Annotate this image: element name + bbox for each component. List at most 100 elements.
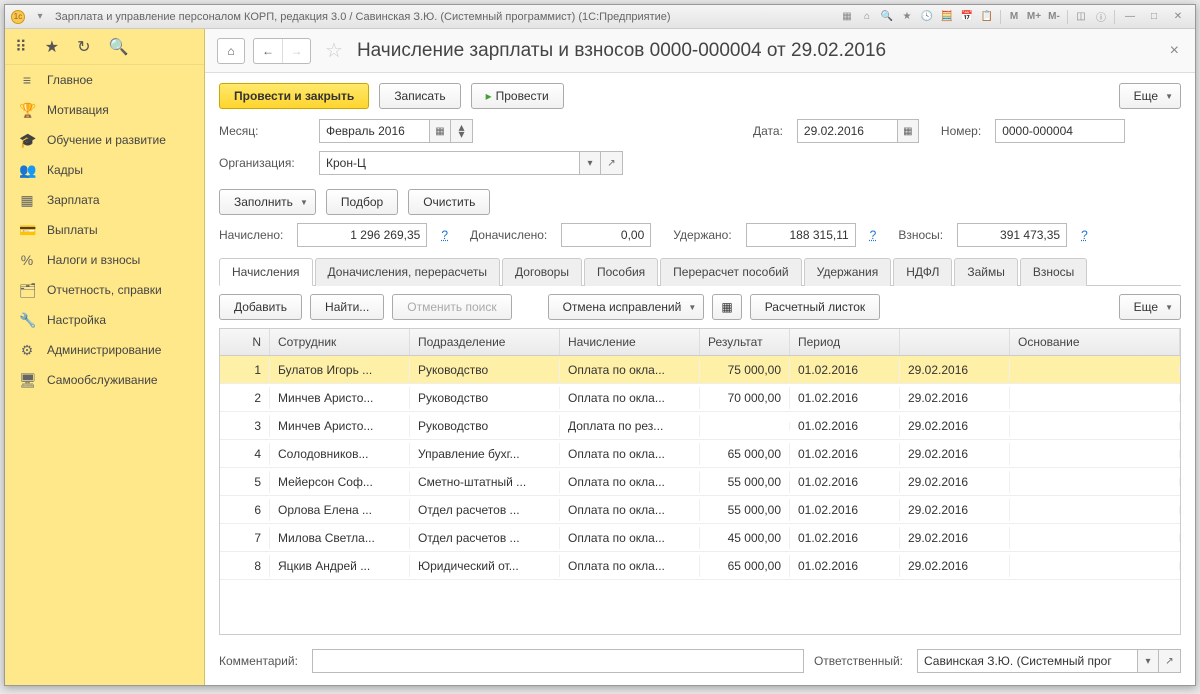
org-input[interactable]: Крон-Ц	[319, 151, 579, 175]
help-icon[interactable]: ?	[441, 228, 448, 242]
month-picker-icon[interactable]: ▦	[429, 119, 451, 143]
sidebar-item[interactable]: ▦Зарплата	[5, 185, 204, 215]
calendar-icon[interactable]: ▦	[897, 119, 919, 143]
close-tab-button[interactable]: ×	[1166, 38, 1183, 64]
sidebar-item[interactable]: 🗂Отчетность, справки	[5, 275, 204, 305]
m-minus-button[interactable]: M-	[1045, 9, 1063, 25]
withheld-value[interactable]: 188 315,11	[746, 223, 856, 247]
table-row[interactable]: 2 Минчев Аристо... Руководство Оплата по…	[220, 384, 1180, 412]
tool-icon[interactable]: 🧮	[938, 9, 956, 25]
m-plus-button[interactable]: M+	[1025, 9, 1043, 25]
more-button[interactable]: Еще	[1119, 83, 1181, 109]
table-row[interactable]: 4 Солодовников... Управление бухг... Опл…	[220, 440, 1180, 468]
tool-icon[interactable]: 🔍	[878, 9, 896, 25]
tab[interactable]: Взносы	[1020, 258, 1087, 286]
tab[interactable]: Перерасчет пособий	[660, 258, 801, 286]
col-department[interactable]: Подразделение	[410, 329, 560, 355]
sidebar-item[interactable]: ≡Главное	[5, 65, 204, 95]
table-row[interactable]: 7 Милова Светла... Отдел расчетов ... Оп…	[220, 524, 1180, 552]
responsible-open-icon[interactable]: ↗	[1159, 649, 1181, 673]
star-icon[interactable]: ★	[45, 37, 59, 57]
col-period[interactable]: Период	[790, 329, 900, 355]
org-label: Организация:	[219, 156, 309, 170]
date-input[interactable]: 29.02.2016	[797, 119, 897, 143]
fill-button[interactable]: Заполнить	[219, 189, 316, 215]
pick-button[interactable]: Подбор	[326, 189, 398, 215]
search-icon[interactable]: 🔍	[108, 37, 128, 57]
help-icon[interactable]: ?	[1081, 228, 1088, 242]
cell-accrual: Оплата по окла...	[560, 443, 700, 465]
cancel-search-button[interactable]: Отменить поиск	[392, 294, 511, 320]
minimize-button[interactable]: —	[1119, 9, 1141, 25]
forward-button[interactable]: →	[282, 39, 310, 63]
tab[interactable]: Займы	[954, 258, 1018, 286]
tab[interactable]: Договоры	[502, 258, 582, 286]
comment-input[interactable]	[312, 649, 804, 673]
apps-icon[interactable]: ⠿	[15, 37, 27, 57]
month-input[interactable]: Февраль 2016	[319, 119, 429, 143]
history-icon[interactable]: ↻	[77, 37, 90, 57]
col-employee[interactable]: Сотрудник	[270, 329, 410, 355]
col-period-end[interactable]	[900, 329, 1010, 355]
accrued-value[interactable]: 1 296 269,35	[297, 223, 427, 247]
panel-icon[interactable]: ◫	[1072, 9, 1090, 25]
home-button[interactable]: ⌂	[217, 38, 245, 64]
sidebar-item[interactable]: ⚙Администрирование	[5, 335, 204, 365]
tab[interactable]: Удержания	[804, 258, 892, 286]
maximize-button[interactable]: □	[1143, 9, 1165, 25]
tool-icon[interactable]: ★	[898, 9, 916, 25]
org-dropdown-icon[interactable]: ▾	[579, 151, 601, 175]
table-row[interactable]: 1 Булатов Игорь ... Руководство Оплата п…	[220, 356, 1180, 384]
contrib-value[interactable]: 391 473,35	[957, 223, 1067, 247]
table-row[interactable]: 8 Яцкив Андрей ... Юридический от... Опл…	[220, 552, 1180, 580]
add-button[interactable]: Добавить	[219, 294, 302, 320]
col-accrual[interactable]: Начисление	[560, 329, 700, 355]
help-icon[interactable]: ?	[870, 228, 877, 242]
tool-icon[interactable]: ▦	[838, 9, 856, 25]
tool-icon[interactable]: 📅	[958, 9, 976, 25]
sidebar-item[interactable]: 🏆Мотивация	[5, 95, 204, 125]
favorite-star-icon[interactable]: ☆	[325, 38, 343, 63]
tab[interactable]: Пособия	[584, 258, 658, 286]
additional-value[interactable]: 0,00	[561, 223, 651, 247]
info-icon[interactable]: ⓘ	[1092, 9, 1110, 25]
dropdown-icon[interactable]: ▾	[31, 9, 49, 25]
table-row[interactable]: 6 Орлова Елена ... Отдел расчетов ... Оп…	[220, 496, 1180, 524]
tab[interactable]: Начисления	[219, 258, 313, 286]
back-button[interactable]: ←	[254, 39, 282, 63]
save-button[interactable]: Записать	[379, 83, 460, 109]
cell-basis	[1010, 506, 1180, 514]
col-basis[interactable]: Основание	[1010, 329, 1180, 355]
find-button[interactable]: Найти...	[310, 294, 384, 320]
table-row[interactable]: 3 Минчев Аристо... Руководство Доплата п…	[220, 412, 1180, 440]
responsible-input[interactable]: Савинская З.Ю. (Системный прог	[917, 649, 1137, 673]
tool-icon[interactable]: ⌂	[858, 9, 876, 25]
grid-config-icon[interactable]: ▦	[712, 294, 741, 320]
post-and-close-button[interactable]: Провести и закрыть	[219, 83, 369, 109]
tab[interactable]: Доначисления, перерасчеты	[315, 258, 500, 286]
org-open-icon[interactable]: ↗	[601, 151, 623, 175]
sidebar-item[interactable]: 🎓Обучение и развитие	[5, 125, 204, 155]
month-spinner[interactable]: ▴▾	[451, 119, 473, 143]
col-n[interactable]: N	[220, 329, 270, 355]
sidebar-item[interactable]: %Налоги и взносы	[5, 245, 204, 275]
post-button[interactable]: ▸Провести	[471, 83, 564, 109]
responsible-dropdown-icon[interactable]: ▾	[1137, 649, 1159, 673]
table-row[interactable]: 5 Мейерсон Соф... Сметно-штатный ... Опл…	[220, 468, 1180, 496]
payslip-button[interactable]: Расчетный листок	[750, 294, 880, 320]
cancel-fix-button[interactable]: Отмена исправлений	[548, 294, 705, 320]
m-button[interactable]: M	[1005, 9, 1023, 25]
sidebar-item[interactable]: 🖥Самообслуживание	[5, 365, 204, 395]
tool-icon[interactable]: 📋	[978, 9, 996, 25]
sidebar-item[interactable]: 💳Выплаты	[5, 215, 204, 245]
clear-button[interactable]: Очистить	[408, 189, 490, 215]
sidebar-item[interactable]: 🔧Настройка	[5, 305, 204, 335]
sidebar-item[interactable]: 👥Кадры	[5, 155, 204, 185]
col-result[interactable]: Результат	[700, 329, 790, 355]
grid-more-button[interactable]: Еще	[1119, 294, 1181, 320]
tab[interactable]: НДФЛ	[893, 258, 952, 286]
close-button[interactable]: ✕	[1167, 9, 1189, 25]
number-input[interactable]: 0000-000004	[995, 119, 1125, 143]
tool-icon[interactable]: 🕓	[918, 9, 936, 25]
sidebar-label: Выплаты	[47, 223, 98, 237]
